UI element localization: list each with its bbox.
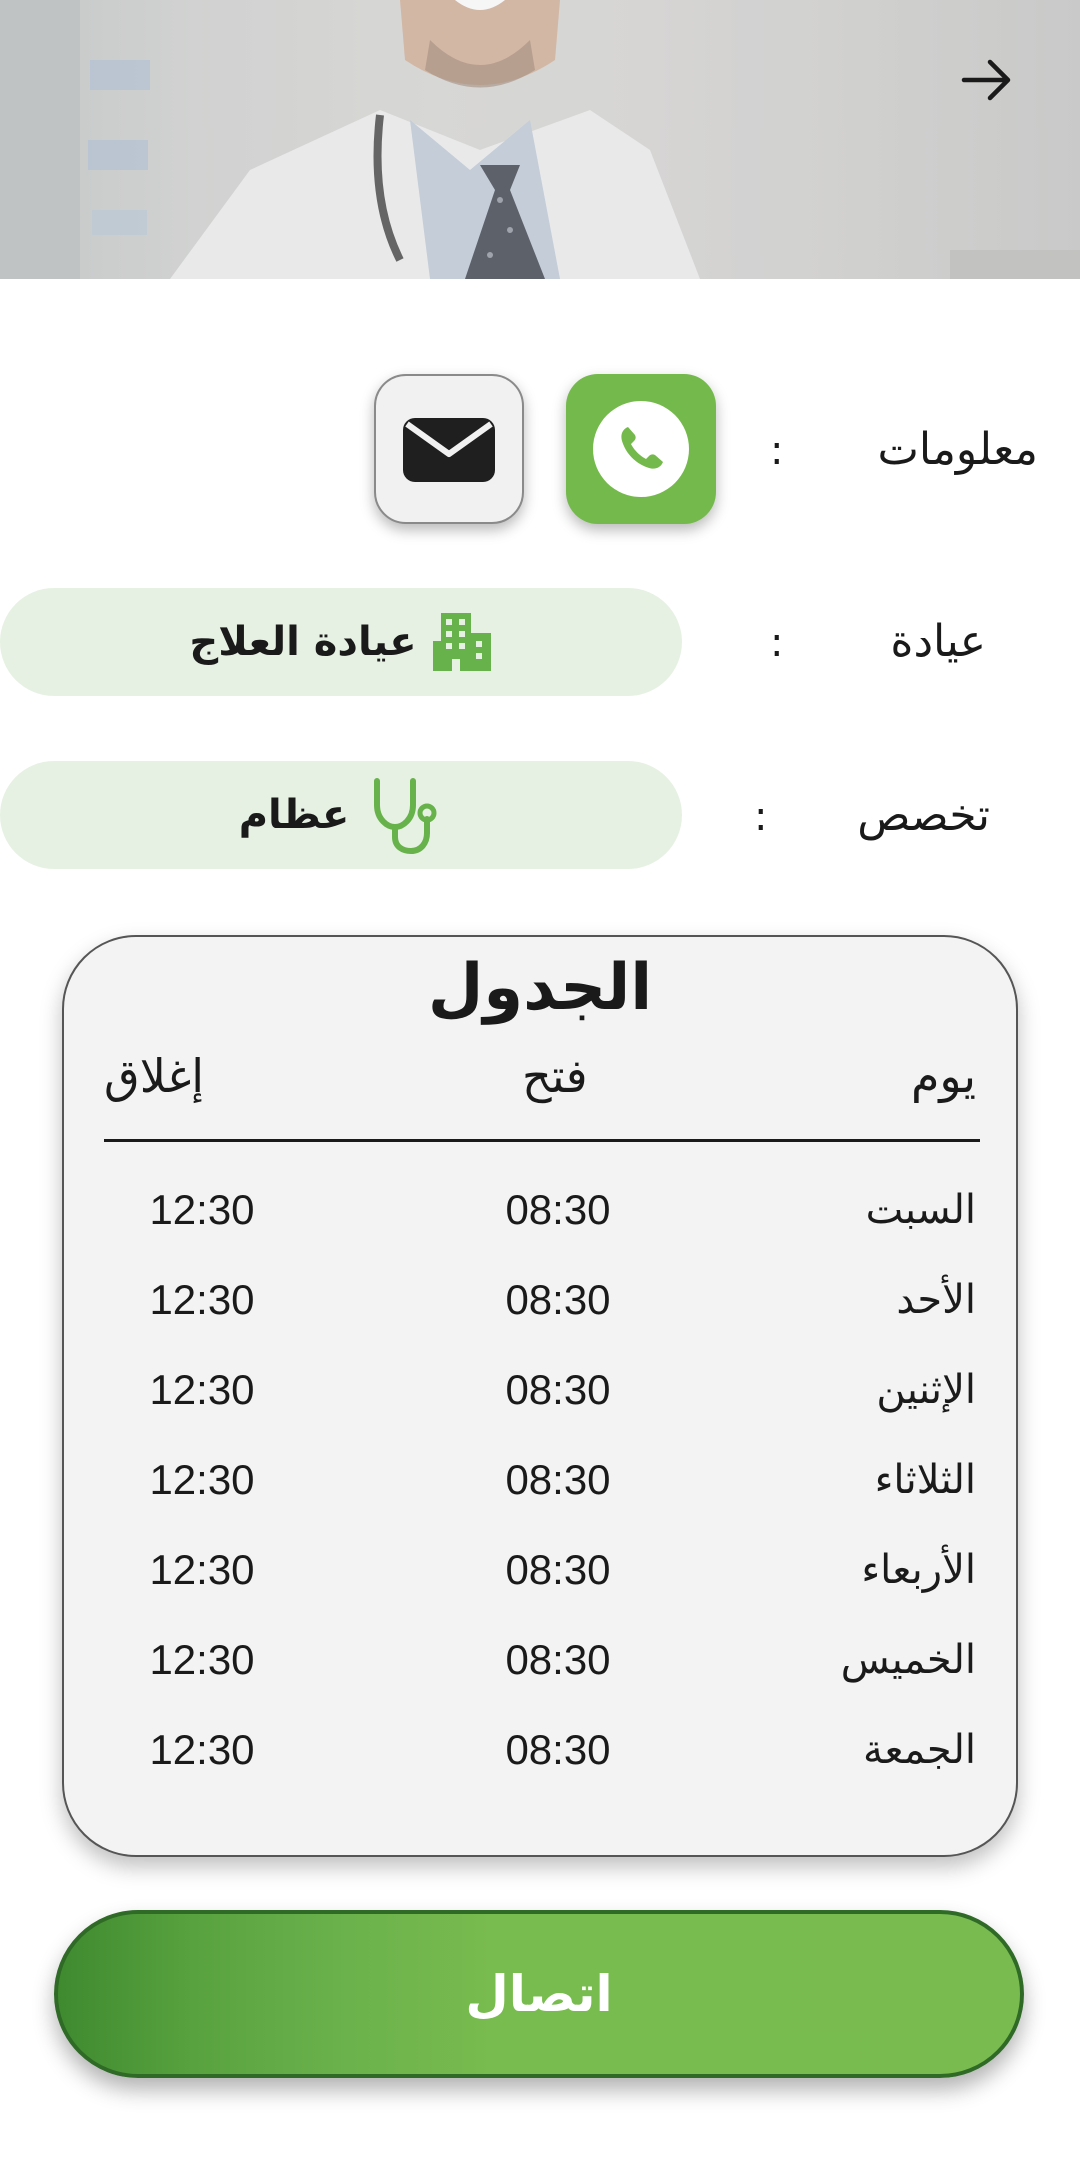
row-close: 12:30 (149, 1726, 255, 1773)
contact-button[interactable]: اتصال (54, 1910, 1024, 2078)
row-open: 08:30 (505, 1546, 611, 1593)
row-day: الإثنين (876, 1367, 976, 1413)
back-button[interactable] (960, 56, 1032, 112)
row-day: الجمعة (863, 1727, 976, 1773)
specialty-value: عظام (238, 792, 350, 838)
stethoscope-icon (374, 778, 437, 855)
row-day: السبت (865, 1187, 976, 1233)
header-close: إغلاق (104, 1049, 204, 1103)
info-label: معلومات (877, 424, 1039, 475)
row-close: 12:30 (149, 1546, 255, 1593)
contact-button-label: اتصال (465, 1965, 613, 2023)
clinic-pill: عيادة العلاج (0, 588, 682, 696)
row-open: 08:30 (505, 1186, 611, 1233)
row-day: الثلاثاء (874, 1457, 976, 1503)
schedule-row: الأحد 08:30 12:30 (64, 1255, 1016, 1345)
schedule-card: الجدول يوم فتح إغلاق السبت 08:30 12:30 ا… (62, 935, 1018, 1857)
row-day: الأربعاء (861, 1547, 976, 1593)
schedule-row: الأربعاء 08:30 12:30 (64, 1525, 1016, 1615)
clinic-colon: : (770, 620, 784, 666)
row-open: 08:30 (505, 1366, 611, 1413)
specialty-colon: : (754, 794, 768, 840)
row-open: 08:30 (505, 1456, 611, 1503)
mail-icon (403, 418, 495, 482)
row-day: الأحد (896, 1277, 976, 1323)
info-colon: : (770, 428, 784, 474)
row-close: 12:30 (149, 1636, 255, 1683)
email-button[interactable] (374, 374, 524, 524)
building-icon (432, 613, 491, 671)
doctor-photo-header (0, 0, 1080, 279)
row-open: 08:30 (505, 1636, 611, 1683)
row-close: 12:30 (149, 1186, 255, 1233)
row-open: 08:30 (505, 1726, 611, 1773)
schedule-row: الإثنين 08:30 12:30 (64, 1345, 1016, 1435)
row-close: 12:30 (149, 1276, 255, 1323)
row-close: 12:30 (149, 1366, 255, 1413)
phone-button[interactable] (566, 374, 716, 524)
schedule-divider (104, 1139, 980, 1142)
schedule-row: الثلاثاء 08:30 12:30 (64, 1435, 1016, 1525)
row-close: 12:30 (149, 1456, 255, 1503)
header-day: يوم (910, 1049, 976, 1103)
clinic-value: عيادة العلاج (189, 619, 417, 665)
clinic-label: عيادة (890, 616, 986, 667)
row-open: 08:30 (505, 1276, 611, 1323)
specialty-label: تخصص (857, 790, 990, 841)
schedule-row: الجمعة 08:30 12:30 (64, 1705, 1016, 1795)
specialty-pill: عظام (0, 761, 682, 869)
row-day: الخميس (840, 1637, 976, 1683)
schedule-row: السبت 08:30 12:30 (64, 1165, 1016, 1255)
schedule-title: الجدول (427, 951, 653, 1025)
doctor-photo (0, 0, 1080, 279)
arrow-right-icon (961, 59, 1011, 101)
header-open: فتح (522, 1049, 588, 1103)
phone-icon (593, 401, 689, 497)
schedule-row: الخميس 08:30 12:30 (64, 1615, 1016, 1705)
